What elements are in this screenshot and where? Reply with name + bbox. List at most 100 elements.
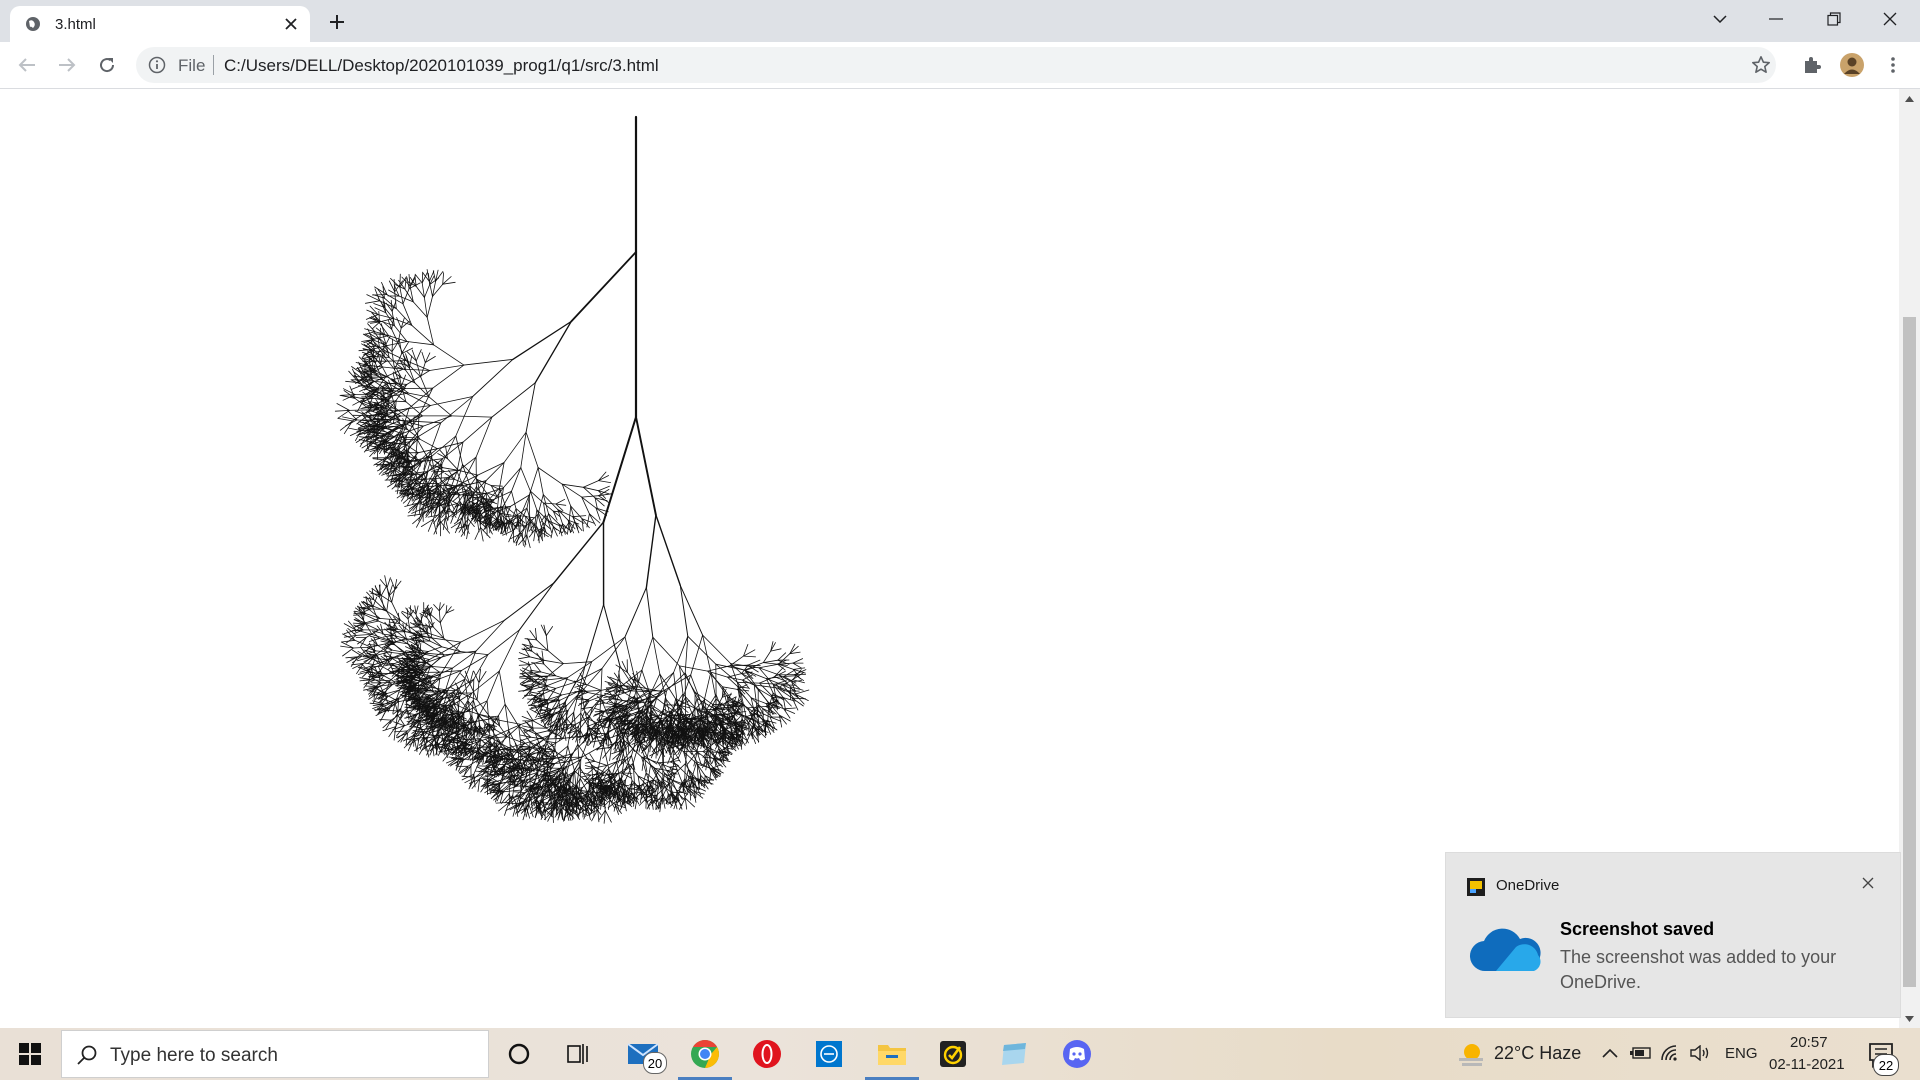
tree-branch [334, 409, 350, 412]
tree-branch [388, 710, 405, 712]
tree-branch [503, 467, 522, 489]
tree-branch [525, 431, 539, 468]
tree-branch [583, 480, 599, 488]
tree-branch [343, 623, 357, 631]
tree-branch [388, 400, 407, 403]
tree-branch [364, 300, 381, 304]
tree-branch [363, 662, 375, 666]
tree-branch [399, 286, 404, 305]
tree-branch [635, 416, 657, 516]
tree-branch [602, 416, 637, 524]
tree-branch [359, 677, 371, 680]
tree-branch [528, 804, 534, 818]
tab-search-icon[interactable] [1692, 0, 1748, 38]
tree-branch [463, 358, 514, 366]
tree-branch [598, 480, 611, 484]
tree-branch [470, 732, 472, 744]
tab-title: 3.html [55, 16, 96, 33]
tree-branch [518, 582, 555, 631]
tree-branch [561, 483, 584, 488]
address-scheme: File [178, 56, 206, 75]
tree-branch [598, 475, 609, 482]
tree-branch [585, 767, 595, 769]
tree-branch [428, 396, 453, 417]
tree-branch [426, 316, 435, 346]
tree-branch [504, 703, 520, 727]
tree-branch [504, 703, 510, 732]
tree-branch [472, 358, 514, 397]
tree-branch [411, 324, 435, 346]
extensions-puzzle-icon[interactable] [1797, 50, 1827, 80]
tree-branch [534, 320, 572, 384]
tree-branch [489, 715, 499, 718]
tree-branch [408, 273, 411, 287]
tree-branch [520, 431, 527, 469]
info-icon[interactable] [148, 56, 166, 74]
tree-branch [386, 577, 391, 589]
tree-branch [473, 654, 489, 680]
tree-branch [475, 416, 493, 458]
tree-branch [440, 396, 474, 424]
tree-branch [430, 614, 441, 624]
tree-branch [603, 603, 621, 667]
tree-branch [374, 335, 390, 340]
tree-branch [794, 689, 810, 695]
tree-branch [429, 396, 474, 406]
tree-branch [511, 490, 517, 510]
tree-branch [451, 415, 493, 418]
tree-branch [396, 317, 402, 329]
tree-branch [742, 730, 749, 744]
tree-branch [762, 650, 772, 663]
tree-branch [461, 654, 489, 671]
forward-button[interactable] [52, 50, 82, 80]
tree-branch [430, 422, 442, 452]
menu-kebab-icon[interactable] [1878, 50, 1908, 80]
tree-branch [589, 513, 596, 526]
tree-branch [534, 730, 549, 735]
tree-branch [432, 364, 465, 389]
tree-branch [442, 272, 445, 285]
tree-branch [789, 643, 796, 655]
tree-branch [397, 362, 410, 366]
tree-branch [415, 349, 422, 362]
tree-branch [443, 469, 459, 472]
tree-branch [525, 382, 536, 433]
tree-branch [555, 498, 566, 505]
tree-branch [672, 749, 674, 766]
tree-branch [537, 467, 544, 496]
tree-branch [604, 810, 612, 823]
tree-branch [538, 801, 540, 814]
tree-branch [426, 296, 433, 318]
restore-button[interactable] [1806, 0, 1862, 38]
tree-branch [762, 659, 779, 663]
back-button[interactable] [12, 50, 42, 80]
bookmark-star-icon[interactable] [1751, 55, 1771, 75]
tree-branch [364, 623, 379, 631]
tree-branch [379, 618, 401, 621]
tree-branch [660, 778, 663, 790]
new-tab-button[interactable] [324, 9, 350, 35]
close-window-button[interactable] [1862, 0, 1918, 38]
browser-tab[interactable]: 3.html [10, 6, 310, 42]
tree-branch [477, 462, 505, 476]
tree-branch [570, 251, 637, 323]
tree-branch [432, 666, 453, 669]
address-url[interactable]: C:/Users/DELL/Desktop/2020101039_prog1/q… [224, 56, 659, 76]
tree-branch [793, 667, 806, 670]
tree-branch [431, 435, 457, 457]
tree-branch [421, 351, 426, 363]
address-bar[interactable]: File C:/Users/DELL/Desktop/2020101039_pr… [136, 47, 1776, 83]
tab-close-icon[interactable] [281, 14, 301, 34]
tree-branch [406, 341, 435, 346]
tree-branch [414, 273, 423, 284]
tree-branch [433, 604, 440, 612]
tree-branch [669, 765, 680, 768]
tree-branch [684, 763, 686, 780]
tree-branch [388, 357, 404, 370]
tree-branch [386, 595, 390, 612]
tree-branch [757, 724, 760, 739]
browser-tabstrip: 3.html [0, 0, 1920, 42]
profile-avatar[interactable] [1837, 50, 1867, 80]
minimize-button[interactable] [1748, 0, 1804, 38]
reload-button[interactable] [92, 50, 122, 80]
